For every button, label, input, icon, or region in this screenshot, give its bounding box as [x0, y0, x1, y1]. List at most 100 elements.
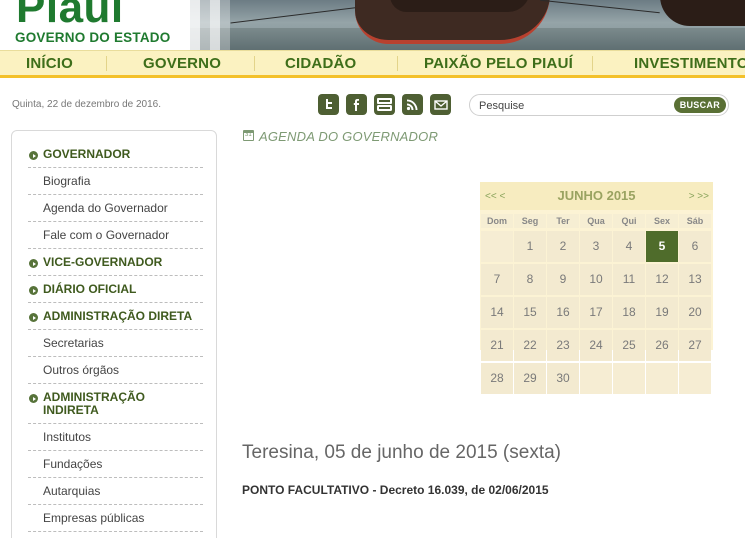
arrow-bullet-icon [29, 313, 38, 322]
calendar-weekday-header: Sex [646, 214, 678, 228]
sidebar-item-agenda-do-governador[interactable]: Agenda do Governador [28, 195, 203, 222]
page: Piauí GOVERNO DO ESTADO INÍCIO GOVERNO C… [0, 0, 745, 538]
calendar-day-empty [481, 231, 513, 262]
calendar-day: 17 [580, 297, 612, 328]
calendar-day: 22 [514, 330, 546, 361]
sidebar-item-label: Fundações [43, 457, 103, 471]
calendar-day: 23 [547, 330, 579, 361]
calendar-month-label: JUNHO 2015 [557, 188, 636, 203]
calendar-day: 4 [613, 231, 645, 262]
calendar-day: 14 [481, 297, 513, 328]
sidebar-item-label: Autarquias [43, 484, 101, 498]
calendar-day: 3 [580, 231, 612, 262]
arrow-bullet-icon [29, 394, 38, 403]
calendar-weekday-header: Qua [580, 214, 612, 228]
sidebar-item-institutos[interactable]: Institutos [28, 424, 203, 451]
sidebar-item-label: Outros órgãos [43, 363, 120, 377]
sidebar-item-outros-orgaos[interactable]: Outros órgãos [28, 357, 203, 384]
arrow-bullet-icon [29, 286, 38, 295]
sidebar-menu: GOVERNADOR Biografia Agenda do Governado… [11, 130, 217, 538]
calendar-day: 29 [514, 363, 546, 394]
sidebar-item-administracao-indireta[interactable]: ADMINISTRAÇÃO INDIRETA [28, 384, 203, 424]
calendar-day: 1 [514, 231, 546, 262]
calendar-day-empty [646, 363, 678, 394]
calendar-day: 12 [646, 264, 678, 295]
sidebar-item-label: Secretarias [43, 336, 104, 350]
arrow-bullet-icon [29, 259, 38, 268]
sidebar-item-secretarias[interactable]: Secretarias [28, 330, 203, 357]
sidebar-item-governador[interactable]: GOVERNADOR [28, 141, 203, 168]
calendar-day: 13 [679, 264, 711, 295]
calendar-day-selected[interactable]: 5 [646, 231, 678, 262]
calendar-day: 16 [547, 297, 579, 328]
calendar-day: 15 [514, 297, 546, 328]
page-title: AGENDA DO GOVERNADOR [259, 129, 439, 144]
arrow-bullet-icon [29, 151, 38, 160]
sidebar-item-label: DIÁRIO OFICIAL [43, 282, 137, 296]
sidebar-item-label: ADMINISTRAÇÃO INDIRETA [43, 390, 145, 417]
calendar-day: 10 [580, 264, 612, 295]
calendar-day: 18 [613, 297, 645, 328]
sidebar-item-label: Institutos [43, 430, 92, 444]
calendar-day-empty [679, 363, 711, 394]
calendar-day: 11 [613, 264, 645, 295]
calendar-weekday-header: Seg [514, 214, 546, 228]
nav-divider [254, 56, 255, 71]
calendar-widget: << < JUNHO 2015 > >> Dom Seg Ter Qua Qui Sex S… [480, 182, 713, 394]
nav-inicio[interactable]: INÍCIO [26, 55, 73, 72]
calendar-day: 19 [646, 297, 678, 328]
email-icon[interactable] [430, 94, 451, 115]
calendar-weekday-header: Sáb [679, 214, 711, 228]
calendar-weekday-header: Dom [481, 214, 513, 228]
search-box: BUSCAR [469, 94, 729, 116]
sidebar-item-label: Empresas públicas [43, 511, 145, 525]
sidebar-item-label: Biografia [43, 174, 91, 188]
facebook-icon[interactable] [346, 94, 367, 115]
calendar-next-button[interactable]: > >> [689, 191, 709, 202]
site-logo[interactable]: Piauí [16, 0, 124, 30]
calendar-day: 28 [481, 363, 513, 394]
youtube-icon[interactable] [374, 94, 395, 115]
calendar-day-empty [613, 363, 645, 394]
calendar-day: 2 [547, 231, 579, 262]
sidebar-item-diario-oficial[interactable]: DIÁRIO OFICIAL [28, 276, 203, 303]
search-button[interactable]: BUSCAR [673, 97, 726, 113]
calendar-day: 21 [481, 330, 513, 361]
sidebar-item-label: ADMINISTRAÇÃO DIRETA [43, 309, 193, 323]
sidebar-item-label: VICE-GOVERNADOR [43, 255, 163, 269]
nav-cidadao[interactable]: CIDADÃO [285, 55, 356, 72]
sidebar-item-biografia[interactable]: Biografia [28, 168, 203, 195]
event-heading: Teresina, 05 de junho de 2015 (sexta) [242, 442, 561, 463]
rss-icon[interactable] [402, 94, 423, 115]
nav-paixao-pelo-piaui[interactable]: PAIXÃO PELO PIAUÍ [424, 55, 573, 72]
header-banner-image [190, 0, 745, 50]
sidebar-item-label: Fale com o Governador [43, 228, 170, 242]
sidebar-item-vice-governador[interactable]: VICE-GOVERNADOR [28, 249, 203, 276]
calendar-header: << < JUNHO 2015 > >> [480, 182, 713, 210]
calendar-day-empty [580, 363, 612, 394]
search-input[interactable] [479, 98, 669, 113]
sidebar-item-label: Agenda do Governador [43, 201, 168, 215]
sidebar-item-autarquias[interactable]: Autarquias [28, 478, 203, 505]
twitter-icon[interactable] [318, 94, 339, 115]
calendar-day: 25 [613, 330, 645, 361]
nav-divider [106, 56, 107, 71]
calendar-day: 26 [646, 330, 678, 361]
calendar-day: 20 [679, 297, 711, 328]
sidebar-item-empresas-publicas[interactable]: Empresas públicas [28, 505, 203, 532]
nav-investimento[interactable]: INVESTIMENTO [634, 55, 745, 72]
nav-governo[interactable]: GOVERNO [143, 55, 221, 72]
calendar-day: 6 [679, 231, 711, 262]
current-date: Quinta, 22 de dezembro de 2016. [12, 99, 161, 110]
main-nav: INÍCIO GOVERNO CIDADÃO PAIXÃO PELO PIAUÍ… [0, 50, 745, 78]
calendar-day: 24 [580, 330, 612, 361]
nav-divider [592, 56, 593, 71]
sidebar-item-administracao-direta[interactable]: ADMINISTRAÇÃO DIRETA [28, 303, 203, 330]
sidebar-item-fundacoes[interactable]: Fundações [28, 451, 203, 478]
sidebar-item-label: GOVERNADOR [43, 147, 131, 161]
nav-divider [397, 56, 398, 71]
sidebar-item-fale-com-o-governador[interactable]: Fale com o Governador [28, 222, 203, 249]
site-header: Piauí GOVERNO DO ESTADO [0, 0, 745, 50]
calendar-weekday-header: Qui [613, 214, 645, 228]
calendar-day: 9 [547, 264, 579, 295]
